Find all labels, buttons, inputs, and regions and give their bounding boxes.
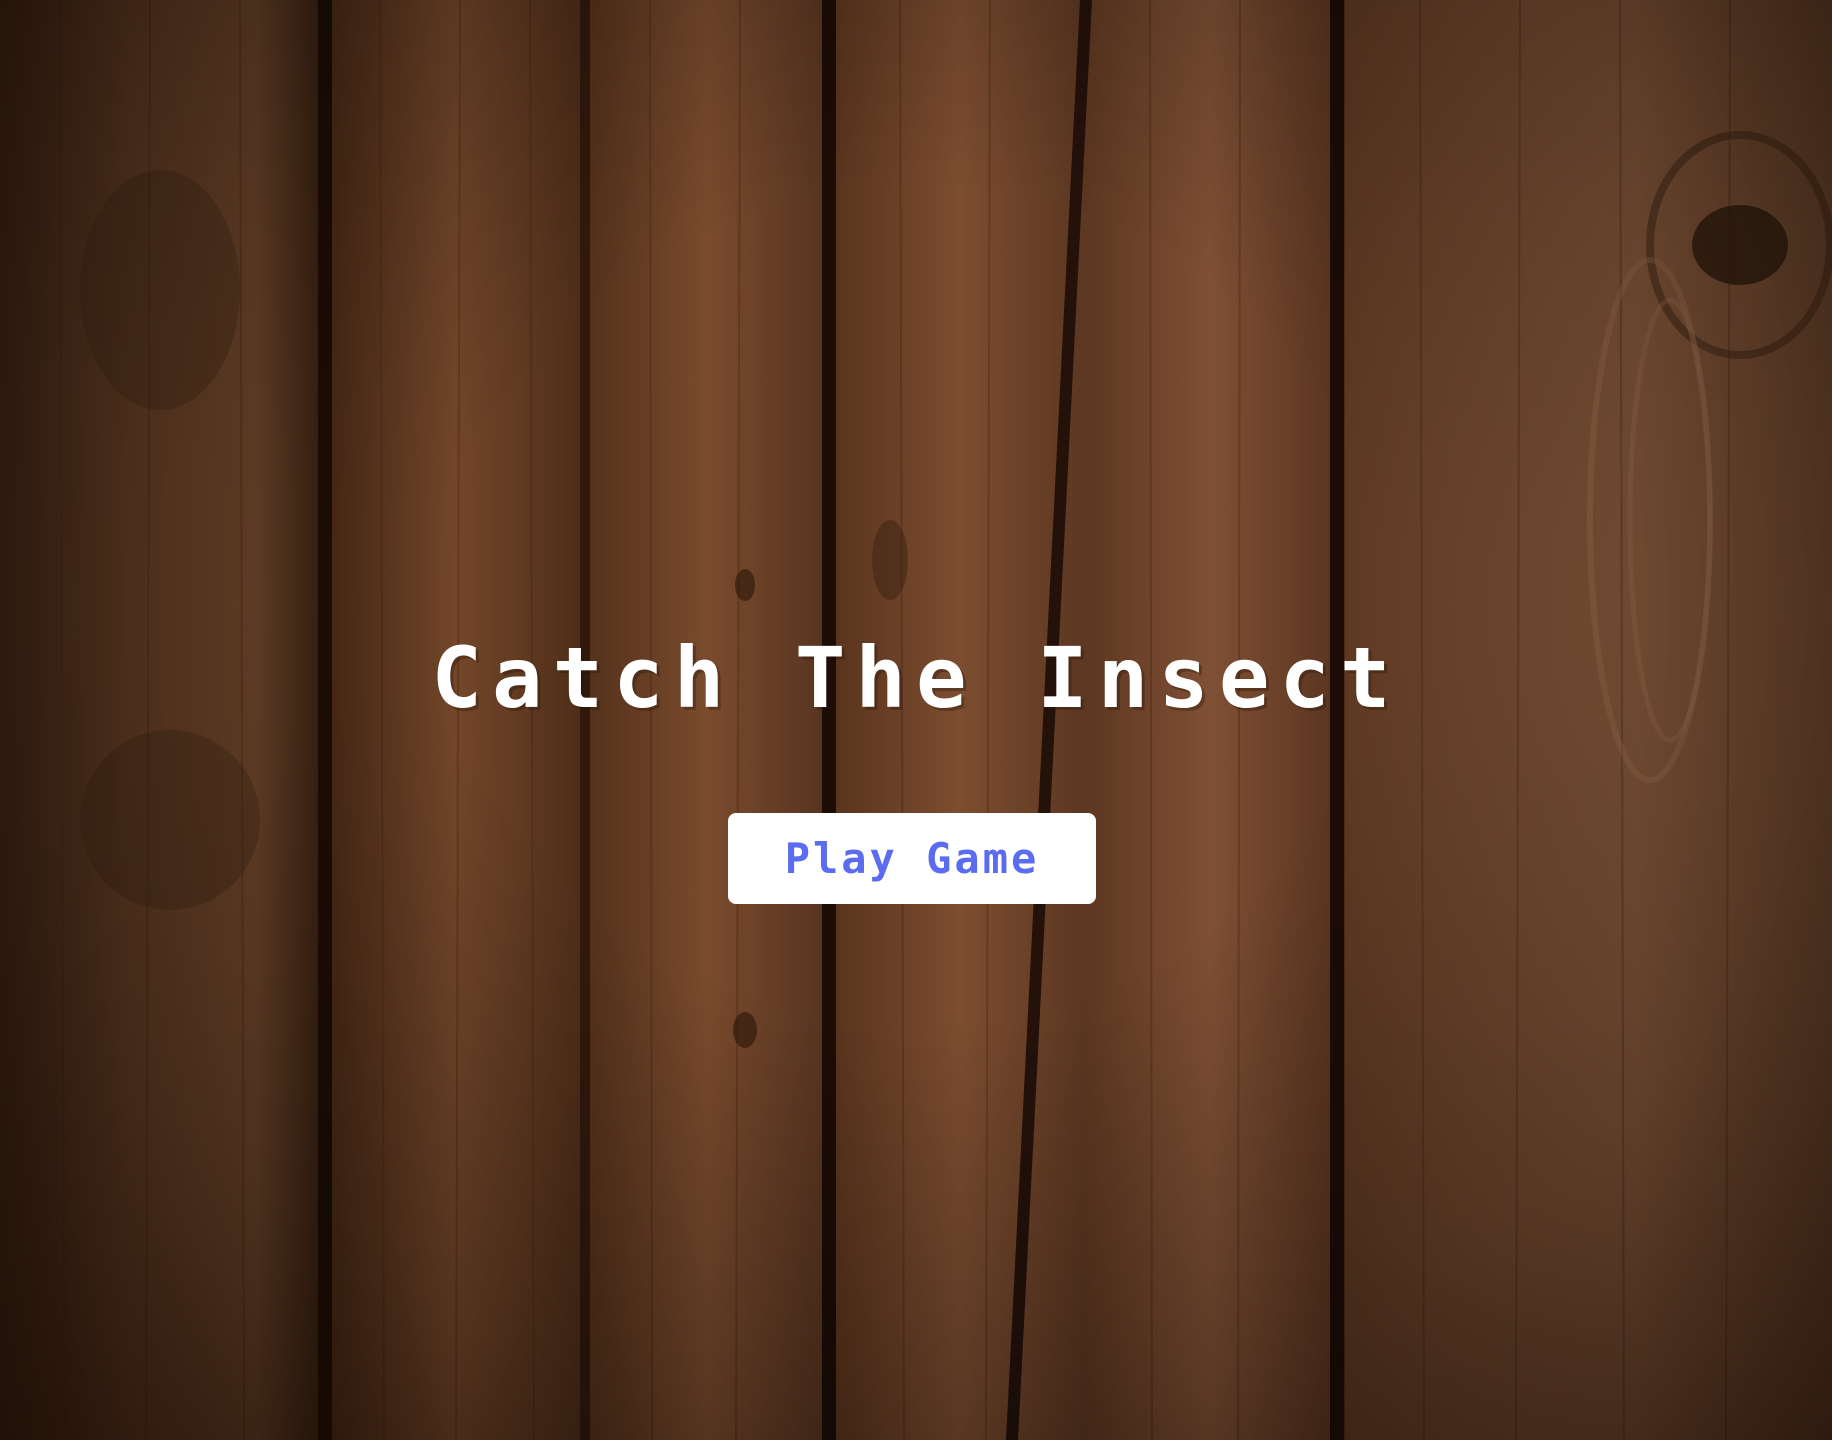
play-game-button[interactable]: Play Game <box>728 813 1096 904</box>
game-stage: Catch The Insect Play Game <box>0 0 1832 1440</box>
game-title: Catch The Insect <box>431 629 1401 727</box>
start-screen: Catch The Insect Play Game <box>0 0 1832 1440</box>
